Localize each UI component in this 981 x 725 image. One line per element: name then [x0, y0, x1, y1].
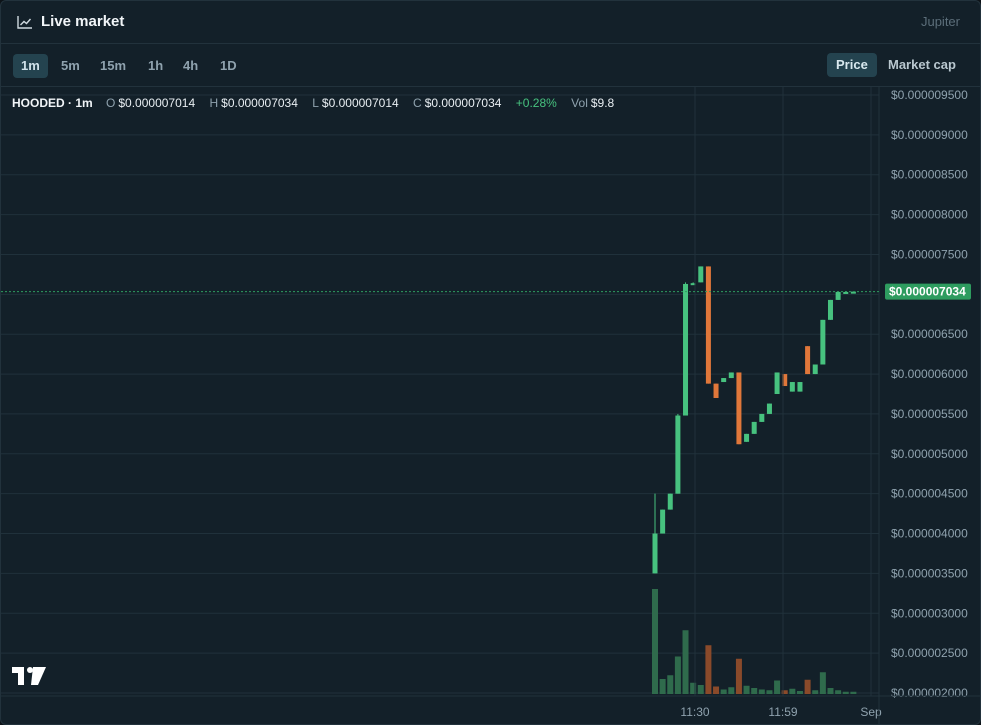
y-tick-label: $0.000008000: [891, 208, 968, 222]
volume-bar: [766, 690, 773, 694]
legend-volume-value: $9.8: [590, 96, 615, 110]
candle-body: [835, 291, 841, 300]
volume-bar: [682, 630, 689, 694]
panel-title: Live market: [41, 13, 125, 30]
candle-body: [843, 291, 849, 294]
volume-bar: [804, 679, 811, 694]
y-tick-label: $0.000004000: [891, 527, 968, 541]
y-tick-label: $0.000006500: [891, 327, 968, 341]
y-tick-label: $0.000003000: [891, 606, 968, 620]
legend-low-value: $0.000007014: [321, 96, 399, 110]
y-tick-label: $0.000008500: [891, 168, 968, 182]
volume-bar: [835, 690, 842, 694]
volume-bar: [728, 687, 735, 694]
volume-bar: [827, 688, 834, 694]
candle-body: [652, 533, 658, 574]
y-tick-label: $0.000005500: [891, 407, 968, 421]
x-tick-label: 11:30: [680, 705, 709, 719]
y-tick-label: $0.000003500: [891, 566, 968, 580]
timeframe-1m[interactable]: 1m: [13, 54, 48, 78]
price-chart[interactable]: $0.000009500 $0.000009000 $0.000008500 $0.0…: [1, 87, 980, 724]
legend-high-label: H: [209, 96, 219, 110]
x-tick-label: 11:59: [768, 705, 797, 719]
y-tick-label: $0.000006000: [891, 367, 968, 381]
y-tick-label: $0.000002000: [891, 686, 968, 700]
candle-body: [751, 421, 757, 434]
chart-line-icon: [17, 16, 32, 29]
candle-body: [820, 319, 826, 365]
candle-body: [744, 433, 750, 442]
candle-body: [797, 382, 803, 392]
market-cap-toggle[interactable]: Market cap: [879, 53, 965, 77]
y-tick-label: $0.000002500: [891, 646, 968, 660]
volume-bar: [743, 685, 750, 694]
legend-open-value: $0.000007014: [118, 96, 196, 110]
volume-bar: [720, 689, 727, 694]
timeframe-15m[interactable]: 15m: [92, 54, 134, 78]
volume-bar: [850, 691, 857, 694]
candle-body: [698, 266, 704, 283]
volume-bar: [819, 672, 826, 694]
candle-body: [667, 493, 673, 510]
volume-bar: [659, 679, 666, 694]
candle-body: [774, 372, 780, 394]
volume-bar: [789, 688, 796, 694]
legend-volume-label: Vol: [571, 96, 588, 110]
candle-body: [721, 378, 727, 383]
y-tick-label: $0.000009500: [891, 88, 968, 102]
volume-bar: [674, 656, 681, 694]
candle-body: [759, 413, 765, 422]
candle-body: [805, 346, 811, 375]
candle-body: [736, 372, 742, 445]
candle-body: [705, 266, 711, 384]
volume-bar: [735, 658, 742, 694]
volume-bar: [751, 688, 758, 694]
live-market-panel: Live market Jupiter 1m 5m 15m 1h 4h 1D P…: [0, 0, 981, 725]
candle-body: [660, 509, 666, 534]
last-price-label: $0.000007034: [889, 285, 966, 299]
legend-change: +0.28%: [515, 96, 557, 110]
volume-bar: [697, 685, 704, 694]
ohlc-legend: HOODED · 1m O $0.000007014 H $0.000007034 …: [12, 96, 625, 110]
candle-body: [827, 299, 833, 320]
provider-label[interactable]: Jupiter: [921, 14, 960, 29]
legend-close-label: C: [413, 96, 422, 110]
timeframe-1h[interactable]: 1h: [140, 54, 171, 78]
legend-close-value: $0.000007034: [424, 96, 502, 110]
chart-toolbar: 1m 5m 15m 1h 4h 1D Price Market cap: [1, 44, 980, 87]
y-tick-label: $0.000009000: [891, 128, 968, 142]
price-toggle[interactable]: Price: [827, 53, 877, 77]
y-tick-label: $0.000005000: [891, 447, 968, 461]
volume-bar: [842, 691, 849, 694]
panel-header: Live market Jupiter: [1, 1, 980, 44]
volume-bar: [774, 680, 781, 694]
legend-low-label: L: [312, 96, 319, 110]
y-tick-label: $0.000004500: [891, 487, 968, 501]
y-tick-label: $0.000007500: [891, 247, 968, 261]
tradingview-logo-icon[interactable]: [11, 665, 47, 687]
volume-bar: [705, 645, 712, 694]
volume-bar: [713, 686, 720, 694]
legend-symbol: HOODED · 1m: [12, 96, 93, 110]
legend-open-label: O: [106, 96, 116, 110]
candle-body: [683, 283, 689, 416]
volume-bar: [652, 589, 658, 694]
candle-body: [713, 383, 719, 398]
timeframe-4h[interactable]: 4h: [175, 54, 206, 78]
volume-bar: [667, 675, 674, 694]
candle-body: [675, 415, 681, 494]
candle-body: [728, 372, 734, 379]
candle-body: [789, 382, 795, 392]
volume-bar: [796, 691, 803, 694]
candle-body: [812, 364, 818, 375]
timeframe-5m[interactable]: 5m: [53, 54, 88, 78]
candle-body: [766, 403, 772, 414]
timeframe-1d[interactable]: 1D: [212, 54, 245, 78]
legend-high-value: $0.000007034: [221, 96, 298, 110]
volume-bar: [758, 689, 765, 694]
volume-bar: [812, 690, 819, 694]
